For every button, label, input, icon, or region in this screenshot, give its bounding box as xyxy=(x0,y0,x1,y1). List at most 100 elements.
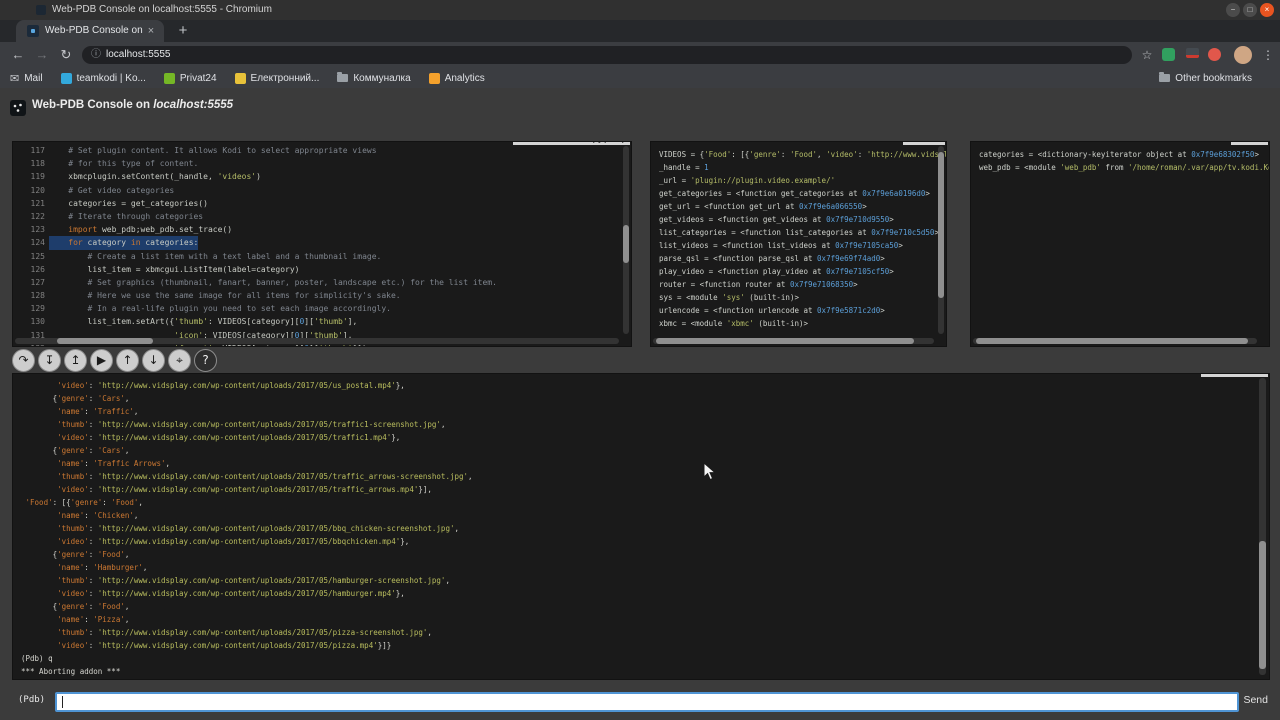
return-button[interactable]: ↥ xyxy=(64,349,87,372)
bookmark-item[interactable]: teamkodi | Ko... xyxy=(61,68,146,88)
step-button[interactable]: ↧ xyxy=(38,349,61,372)
globals-lines: VIDEOS = {'Food': [{'genre': 'Food', 'vi… xyxy=(659,148,938,330)
bookmarks-bar: ✉Mail teamkodi | Ko... Privat24 Електронний… xyxy=(0,68,1280,88)
new-tab-button[interactable]: + xyxy=(174,22,192,40)
console-output-line: 'thumb': 'http://www.vidsplay.com/wp-con… xyxy=(21,522,1257,535)
code-line: 121 categories = get_categories() xyxy=(13,197,623,210)
next-icon: ↷ xyxy=(18,353,28,367)
code-text: # Set plugin content. It allows Kodi to … xyxy=(49,144,377,157)
prompt-row: (Pdb) Send xyxy=(0,690,1280,716)
extension-icon-green[interactable] xyxy=(1162,48,1175,61)
globals-vertical-scrollbar xyxy=(938,146,944,334)
scrollbar-thumb[interactable] xyxy=(656,338,915,344)
help-button[interactable]: ? xyxy=(194,349,217,372)
up-button[interactable]: ↑ xyxy=(116,349,139,372)
code-line: 126 list_item = xbmcgui.ListItem(label=c… xyxy=(13,263,623,276)
console-output-line: 'thumb': 'http://www.vidsplay.com/wp-con… xyxy=(21,470,1257,483)
locals-lines: categories = <dictionary-keyiterator obj… xyxy=(979,148,1261,174)
bookmark-item[interactable]: ✉Mail xyxy=(10,68,43,88)
line-number: 125 xyxy=(13,250,49,263)
page-title: Web-PDB Console on localhost:5555 xyxy=(32,99,233,111)
site-favicon xyxy=(235,73,246,84)
code-text: list_item = xbmcgui.ListItem(label=categ… xyxy=(49,263,299,276)
line-number: 128 xyxy=(13,289,49,302)
line-number: 117 xyxy=(13,144,49,157)
web-pdb-logo xyxy=(10,100,26,121)
line-number: 118 xyxy=(13,157,49,170)
console-output-line: 'name': 'Chicken', xyxy=(21,509,1257,522)
console-output-line: 'video': 'http://www.vidsplay.com/wp-con… xyxy=(21,431,1257,444)
tab-close-icon[interactable]: × xyxy=(144,24,158,38)
extension-icon-dark-red[interactable] xyxy=(1186,48,1199,58)
line-number: 121 xyxy=(13,197,49,210)
site-favicon xyxy=(164,73,175,84)
global-variable: list_categories = <function list_categor… xyxy=(659,226,938,239)
console-output-line: 'video': 'http://www.vidsplay.com/wp-con… xyxy=(21,483,1257,496)
console-output-line: 'name': 'Traffic Arrows', xyxy=(21,457,1257,470)
down-button[interactable]: ↓ xyxy=(142,349,165,372)
where-button[interactable]: ⌖ xyxy=(168,349,191,372)
code-line: 130 list_item.setArt({'thumb': VIDEOS[ca… xyxy=(13,315,623,328)
current-file-label: Current file: main.py(124) xyxy=(513,141,630,145)
tab-title: Web-PDB Console on loca xyxy=(45,20,145,42)
browser-tab[interactable]: Web-PDB Console on loca × xyxy=(16,20,164,42)
bookmark-item[interactable]: Privat24 xyxy=(164,68,217,88)
console-lines: 'video': 'http://www.vidsplay.com/wp-con… xyxy=(21,379,1257,678)
scrollbar-thumb[interactable] xyxy=(938,152,944,299)
folder-icon xyxy=(337,74,348,82)
console-vertical-scrollbar xyxy=(1259,378,1266,675)
other-bookmarks[interactable]: Other bookmarks xyxy=(1159,68,1252,88)
folder-icon xyxy=(1159,74,1170,82)
continue-button[interactable]: ▶ xyxy=(90,349,113,372)
scrollbar-thumb[interactable] xyxy=(1259,541,1266,669)
code-line: 120 # Get video categories xyxy=(13,184,623,197)
address-bar[interactable]: ⓘ localhost:5555 xyxy=(82,46,1132,64)
console-output-line: 'name': 'Hamburger', xyxy=(21,561,1257,574)
other-bookmarks-label: Other bookmarks xyxy=(1175,73,1252,84)
forward-button[interactable]: → xyxy=(32,46,52,64)
bookmark-label: Privat24 xyxy=(180,73,217,84)
down-icon: ↓ xyxy=(148,353,158,367)
site-info-icon[interactable]: ⓘ xyxy=(91,46,101,64)
reload-button[interactable]: ↻ xyxy=(56,46,76,64)
scrollbar-thumb[interactable] xyxy=(623,225,629,263)
code-text: for category in categories: xyxy=(49,236,198,249)
globals-label: Globals xyxy=(903,141,945,145)
line-number: 124 xyxy=(13,236,49,249)
debug-toolbar: ↷ ↧↥▶↑ ↓ ⌖? xyxy=(12,348,220,372)
bookmark-item[interactable]: Коммуналка xyxy=(337,68,410,88)
maximize-button[interactable]: □ xyxy=(1243,3,1257,17)
locals-panel: Locals categories = <dictionary-keyitera… xyxy=(970,141,1270,347)
extension-icon-red-circle[interactable] xyxy=(1208,48,1221,61)
console-output-line: 'thumb': 'http://www.vidsplay.com/wp-con… xyxy=(21,574,1257,587)
code-text: # In a real-life plugin you need to set … xyxy=(49,302,391,315)
scrollbar-thumb[interactable] xyxy=(57,338,153,344)
window-title: Web-PDB Console on localhost:5555 - Chro… xyxy=(52,0,272,20)
bookmark-item[interactable]: Електронний... xyxy=(235,68,320,88)
line-number: 123 xyxy=(13,223,49,236)
bookmark-item[interactable]: Analytics xyxy=(429,68,485,88)
console-output-line: {'genre': 'Cars', xyxy=(21,392,1257,405)
code-line: 129 # In a real-life plugin you need to … xyxy=(13,302,623,315)
console-output-line: 'thumb': 'http://www.vidsplay.com/wp-con… xyxy=(21,626,1257,639)
send-button[interactable]: Send xyxy=(1243,694,1268,706)
tab-strip: Web-PDB Console on loca × + xyxy=(0,20,1280,42)
close-button[interactable]: × xyxy=(1260,3,1274,17)
bookmark-label: Електронний... xyxy=(251,73,320,84)
next-button[interactable]: ↷ xyxy=(12,349,35,372)
browser-menu-icon[interactable]: ⋮ xyxy=(1260,46,1276,64)
bookmark-label: Mail xyxy=(24,73,42,84)
code-text: # Get video categories xyxy=(49,184,174,197)
code-horizontal-scrollbar xyxy=(15,338,619,344)
pdb-console-panel: PDB Console 'video': 'http://www.vidspla… xyxy=(12,373,1270,680)
code-text: xbmcplugin.setContent(_handle, 'videos') xyxy=(49,170,261,183)
pdb-command-input[interactable] xyxy=(55,692,1239,712)
console-output-line: {'genre': 'Food', xyxy=(21,600,1257,613)
line-number: 122 xyxy=(13,210,49,223)
minimize-button[interactable]: − xyxy=(1226,3,1240,17)
profile-avatar[interactable] xyxy=(1234,46,1252,64)
scrollbar-thumb[interactable] xyxy=(976,338,1249,344)
bookmark-star-icon[interactable]: ☆ xyxy=(1138,46,1156,64)
code-text: categories = get_categories() xyxy=(49,197,208,210)
back-button[interactable]: ← xyxy=(8,46,28,64)
